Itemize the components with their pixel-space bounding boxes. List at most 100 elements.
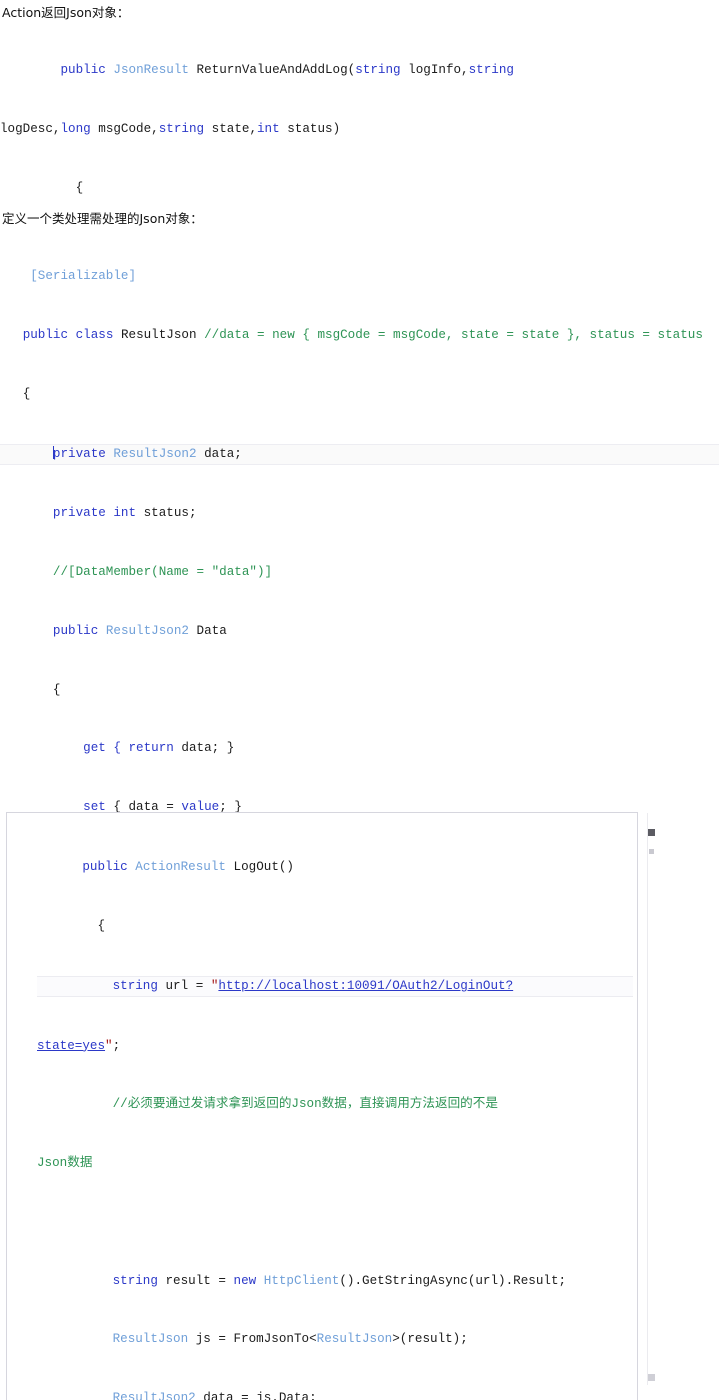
code-listing-3[interactable]: public ActionResult LogOut() { string ur… — [7, 813, 637, 1400]
token-identifier: js = FromJsonTo< — [188, 1332, 317, 1347]
section-1-caption: Action返回Json对象： — [2, 4, 129, 22]
token-keyword: public — [60, 63, 106, 78]
token-identifier: url = — [157, 978, 211, 993]
code-line: private int status; — [0, 504, 719, 524]
code-line: public JsonResult ReturnValueAndAddLog(s… — [0, 61, 719, 81]
code-line: { — [0, 179, 719, 199]
token-keyword: private int — [52, 506, 137, 521]
token-keyword: new — [233, 1273, 257, 1288]
token-identifier: status; — [136, 506, 197, 521]
vertical-scrollbar[interactable] — [647, 813, 655, 1385]
code-line: Json数据 — [37, 1154, 633, 1174]
code-line: //必须要通过发请求拿到返回的Json数据，直接调用方法返回的不是 — [37, 1095, 633, 1115]
token-keyword: private — [52, 446, 106, 461]
editor-frame[interactable]: - - public ActionResult LogOut() { strin… — [6, 812, 655, 1400]
token-type: ResultJson — [112, 1332, 189, 1347]
token-keyword: int — [257, 121, 280, 136]
token-type: ResultJson — [316, 1332, 393, 1347]
token-type: ResultJson2 — [98, 623, 189, 638]
token-call: ().GetStringAsync(url).Result; — [339, 1273, 567, 1288]
code-line: //[DataMember(Name = "data")] — [0, 563, 719, 583]
token-param: state, — [204, 121, 257, 136]
token-param: msgCode, — [90, 121, 159, 136]
token-type: ResultJson2 — [112, 1391, 196, 1400]
code-line-highlighted: string url = "http://localhost:10091/OAu… — [37, 975, 633, 998]
token-keyword: string — [112, 1273, 158, 1288]
code-line: [Serializable] — [0, 267, 719, 287]
code-line: { — [0, 385, 719, 405]
caption-text: Action返回Json对象： — [2, 5, 130, 20]
token-keyword: { return — [105, 741, 174, 756]
code-block-3[interactable]: - - public ActionResult LogOut() { strin… — [0, 812, 719, 1400]
code-line: public class ResultJson //data = new { m… — [0, 326, 719, 346]
token-identifier: LogOut() — [225, 860, 294, 875]
token-type: ResultJson2 — [105, 446, 197, 461]
code-line: logDesc,long msgCode,string state,int st… — [0, 120, 719, 140]
token-brace: { — [0, 682, 61, 697]
token-identifier: data = js.Data; — [195, 1391, 317, 1400]
token-keyword: public class — [22, 327, 114, 342]
token-keyword: string — [355, 63, 401, 78]
url-link[interactable]: http://localhost:10091/OAuth2/LoginOut? — [218, 979, 513, 993]
token-identifier: data; — [196, 446, 242, 461]
token-keyword: string — [468, 63, 514, 78]
token-identifier: Data — [188, 623, 227, 638]
token-keyword: get — [83, 741, 106, 756]
section-2-caption: 定义一个类处理需处理的Json对象： — [2, 210, 203, 228]
scrollbar-mark — [649, 849, 654, 854]
token-brace: { — [37, 918, 106, 933]
token-keyword: string — [112, 978, 158, 993]
token-param: status) — [279, 121, 341, 136]
caption-text: 定义一个类处理需处理的Json对象： — [2, 211, 203, 226]
token-identifier: ReturnValueAndAddLog( — [188, 63, 356, 78]
token-comment: //data = new { msgCode = msgCode, state … — [204, 327, 703, 342]
code-line: state=yes"; — [37, 1037, 633, 1057]
token-identifier: data; } — [173, 741, 235, 756]
token-comment-cn-cont: Json数据 — [37, 1156, 93, 1171]
token-call: >(result); — [392, 1332, 468, 1347]
token-keyword: string — [158, 121, 205, 136]
token-brace: { — [0, 180, 84, 195]
token-comment: //[DataMember(Name = "data")] — [52, 565, 273, 580]
token-keyword: public — [82, 860, 128, 875]
code-line: ResultJson2 data = js.Data; — [37, 1389, 633, 1400]
code-line: get { return data; } — [0, 739, 719, 759]
token-type: ActionResult — [127, 860, 226, 875]
screenshot-page: Action返回Json对象： public JsonResult Return… — [0, 0, 719, 1400]
token-param: logInfo, — [400, 63, 469, 78]
code-line: public ActionResult LogOut() — [37, 858, 633, 878]
code-line: public ResultJson2 Data — [0, 622, 719, 642]
token-punct: ; — [112, 1038, 121, 1053]
url-link-cont[interactable]: state=yes — [37, 1039, 105, 1053]
token-attribute: [Serializable] — [30, 269, 137, 284]
token-comment-cn: //必须要通过发请求拿到返回的Json数据，直接调用方法返回的不是 — [112, 1097, 498, 1112]
code-line: { — [37, 917, 633, 937]
token-keyword: long — [60, 121, 91, 136]
code-line: { — [0, 681, 719, 701]
code-line-current: private ResultJson2 data; — [0, 443, 719, 466]
token-keyword: public — [52, 623, 99, 638]
token-type: HttpClient — [256, 1273, 340, 1288]
scrollbar-thumb[interactable] — [648, 829, 655, 836]
token-param: logDesc, — [0, 121, 61, 136]
token-classname: ResultJson — [113, 327, 205, 342]
token-brace: { — [0, 386, 31, 401]
scrollbar-down-arrow[interactable] — [648, 1374, 655, 1381]
code-line: string result = new HttpClient().GetStri… — [37, 1272, 633, 1292]
token-type: JsonResult — [113, 63, 189, 78]
code-line: ResultJson js = FromJsonTo<ResultJson>(r… — [37, 1330, 633, 1350]
